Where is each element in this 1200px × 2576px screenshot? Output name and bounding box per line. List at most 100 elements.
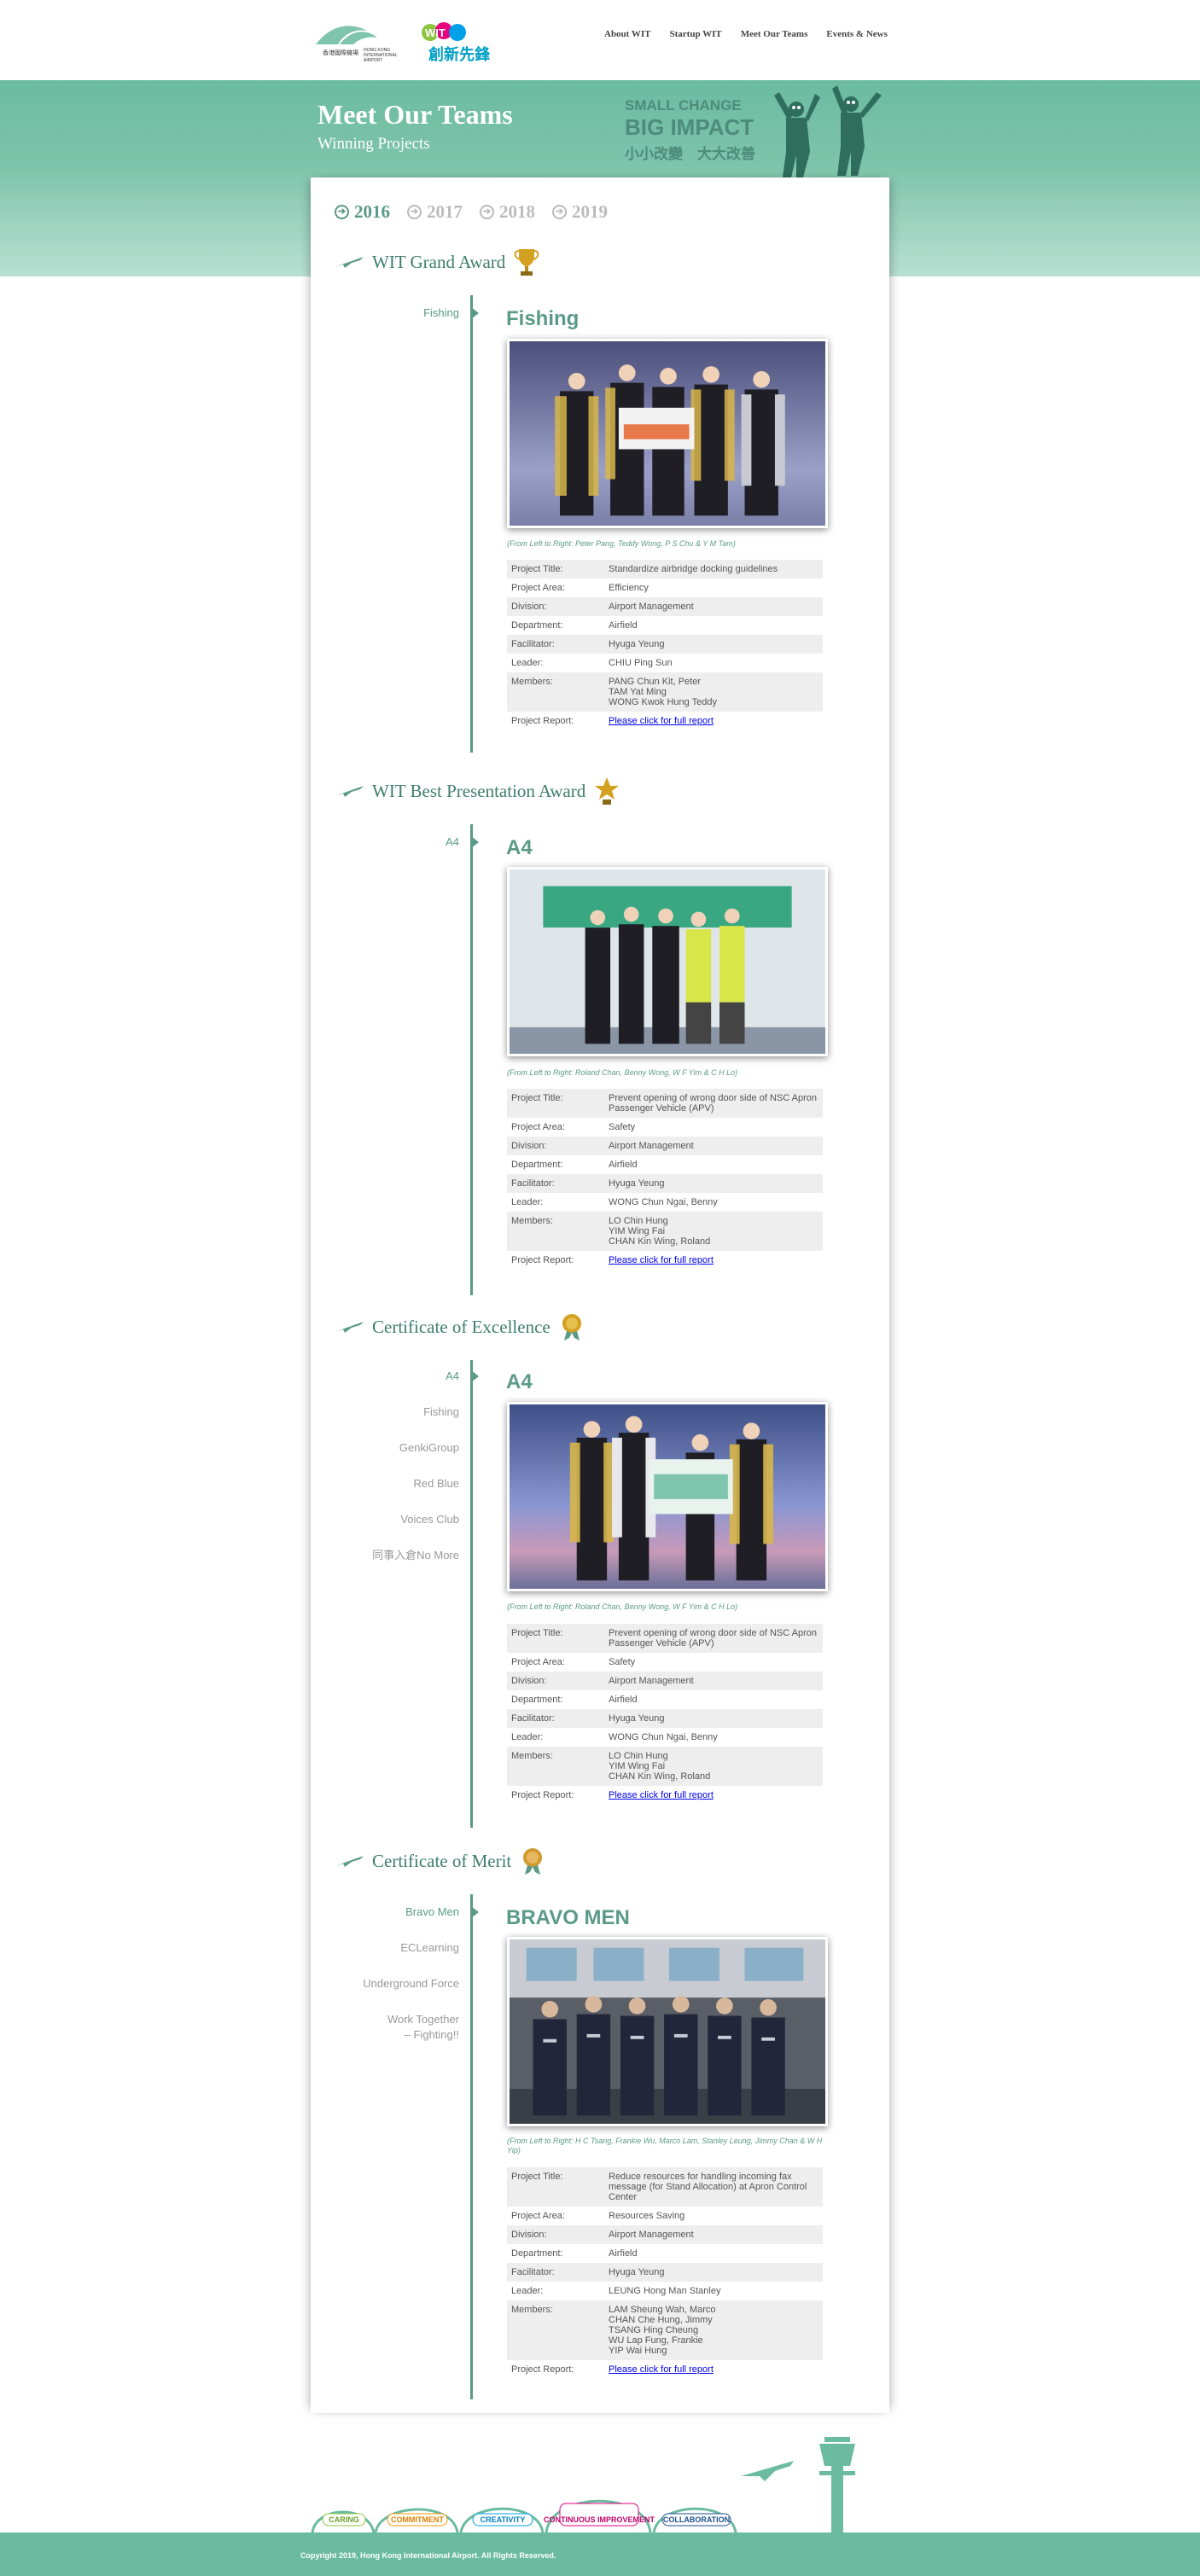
team-tab-fishing[interactable]: Fishing — [331, 1404, 459, 1420]
project-name: BRAVO MEN — [506, 1906, 630, 1929]
team-tabs: A4 Fishing GenkiGroup Red Blue Voices Cl… — [331, 1369, 459, 1563]
timeline-pointer-icon — [471, 836, 479, 848]
info-row: Department: Airfield — [511, 620, 638, 631]
award-heading-excellence: Certificate of Excellence — [335, 1312, 585, 1341]
year-tab-2017[interactable]: ➔ 2017 — [407, 201, 463, 223]
plane-icon — [335, 1856, 364, 1867]
team-photo — [507, 867, 828, 1056]
value-caring: CARING — [329, 2515, 359, 2524]
full-report-link[interactable]: Please click for full report — [609, 1255, 818, 1265]
info-row: Leader: CHIU Ping Sun — [511, 658, 673, 668]
info-row: Leader: WONG Chun Ngai, Benny — [511, 1197, 718, 1207]
info-row: Facilitator: Hyuga Yeung — [507, 1709, 823, 1728]
info-row: Members: LO Chin Hung YIM Wing Fai CHAN K… — [507, 1747, 823, 1786]
info-row: Project Title: Reduce resources for handl… — [507, 2167, 823, 2207]
timeline-pointer-icon — [471, 1370, 479, 1382]
info-row: Project Report: Please click for full rep… — [507, 2360, 823, 2379]
cheering-figures-illustration — [774, 85, 882, 177]
arrow-right-circle-icon: ➔ — [407, 205, 422, 219]
timeline-line — [470, 295, 473, 753]
wit-logo[interactable]: WIT 創新先鋒 — [418, 19, 504, 67]
value-creativity: CREATIVITY — [481, 2515, 526, 2524]
info-row: Department: Airfield — [511, 1160, 638, 1170]
team-tab-a4[interactable]: A4 — [331, 834, 459, 850]
info-row: Facilitator: Hyuga Yeung — [507, 635, 823, 654]
top-bar: 香港國際機場 HONG KONG INTERNATIONAL AIRPORT W… — [0, 0, 1200, 80]
trophy-icon — [514, 249, 539, 276]
award-title: WIT Best Presentation Award — [372, 780, 586, 801]
team-tab-underground-force[interactable]: Underground Force — [331, 1976, 459, 1992]
hkia-logo[interactable]: 香港國際機場 HONG KONG INTERNATIONAL AIRPORT — [314, 19, 415, 67]
team-tabs: Fishing — [331, 305, 459, 321]
timeline-line — [470, 1360, 473, 1828]
value-collaboration: COLLABORATION — [663, 2515, 730, 2524]
timeline-line — [470, 824, 473, 1295]
info-row: Project Report: Please click for full rep… — [507, 1251, 823, 1270]
nav-meet-our-teams[interactable]: Meet Our Teams — [741, 29, 808, 39]
team-tab-fishing[interactable]: Fishing — [331, 305, 459, 321]
wit-logo-letters: WIT — [425, 26, 446, 39]
team-tab-bravo-men[interactable]: Bravo Men — [331, 1904, 459, 1920]
nav-about-wit[interactable]: About WIT — [604, 29, 651, 39]
full-report-link[interactable]: Please click for full report — [609, 2364, 818, 2375]
award-title: WIT Grand Award — [372, 251, 506, 272]
wit-logo-zh: 創新先鋒 — [428, 45, 491, 64]
hkia-logo-zh: 香港國際機場 — [323, 49, 358, 56]
info-row: Division: Airport Management — [507, 1672, 823, 1690]
main-nav: About WIT Startup WIT Meet Our Teams Eve… — [604, 29, 888, 39]
team-tab-eclearning[interactable]: ECLearning — [331, 1940, 459, 1956]
nav-startup-wit[interactable]: Startup WIT — [670, 29, 722, 39]
award-title: Certificate of Excellence — [372, 1316, 550, 1337]
year-tabs: ➔ 2016 ➔ 2017 ➔ 2018 ➔ 2019 — [335, 201, 608, 223]
info-row: Members: LO Chin Hung YIM Wing Fai CHAN K… — [507, 1212, 823, 1251]
info-row: Division: Airport Management — [507, 597, 823, 616]
nav-events-news[interactable]: Events & News — [826, 29, 888, 39]
award-title: Certificate of Merit — [372, 1850, 512, 1871]
award-heading-best-presentation: WIT Best Presentation Award — [335, 776, 620, 805]
full-report-link[interactable]: Please click for full report — [609, 1790, 818, 1800]
info-row: Department: Airfield — [511, 1695, 638, 1705]
info-row: Division: Airport Management — [507, 2225, 823, 2244]
slogan-line-1: SMALL CHANGE — [625, 97, 742, 113]
page-title: Meet Our Teams — [317, 99, 513, 130]
team-photo — [507, 1402, 828, 1591]
value-continuous-improvement: CONTINUOUS IMPROVEMENT — [544, 2515, 655, 2524]
gold-medal-icon — [562, 1314, 581, 1340]
copyright-text: Copyright 2019, Hong Kong International … — [300, 2551, 556, 2560]
team-tabs: Bravo Men ECLearning Underground Force W… — [331, 1904, 459, 2043]
timeline-line — [470, 1894, 473, 2399]
info-row: Project Area: Safety — [511, 1657, 636, 1667]
photo-caption: (From Left to Right: H C Tsang, Frankie … — [507, 2137, 823, 2154]
hkia-logo-en3: AIRPORT — [364, 58, 382, 63]
team-tab-work-together[interactable]: Work Together – Fighting!! — [331, 2012, 459, 2043]
info-row: Members: LAM Sheung Wah, Marco CHAN Che H… — [507, 2300, 823, 2360]
arrow-right-circle-icon: ➔ — [552, 205, 567, 219]
full-report-link[interactable]: Please click for full report — [609, 716, 818, 726]
info-row: Project Title: Prevent opening of wrong d… — [507, 1089, 823, 1118]
info-row: Project Title: Prevent opening of wrong d… — [507, 1624, 823, 1653]
info-row: Facilitator: Hyuga Yeung — [507, 1174, 823, 1193]
plane-icon — [335, 1322, 364, 1333]
timeline-pointer-icon — [471, 1906, 479, 1918]
team-tab-voices-club[interactable]: Voices Club — [331, 1512, 459, 1527]
info-row: Department: Airfield — [511, 2248, 638, 2259]
info-row: Division: Airport Management — [507, 1137, 823, 1155]
slogan-line-2: BIG IMPACT — [625, 114, 754, 140]
slogan-zh: 小小改變 大大改善 — [625, 146, 755, 162]
year-tab-2016[interactable]: ➔ 2016 — [335, 201, 390, 223]
year-tab-2018[interactable]: ➔ 2018 — [480, 201, 535, 223]
info-row: Project Report: Please click for full rep… — [507, 712, 823, 730]
year-tab-2019[interactable]: ➔ 2019 — [552, 201, 608, 223]
project-info-table: Project Title: Prevent opening of wrong d… — [507, 1624, 823, 1805]
airplane-icon — [741, 2461, 794, 2481]
team-photo — [507, 339, 828, 528]
photo-caption: (From Left to Right: Peter Pang, Teddy W… — [507, 539, 736, 548]
star-trophy-icon — [595, 777, 620, 805]
value-commitment: COMMITMENT — [391, 2515, 444, 2524]
terminal-values-illustration: CARING COMMITMENT CREATIVITY CONTINUOUS … — [311, 2437, 855, 2532]
team-tab-red-blue[interactable]: Red Blue — [331, 1476, 459, 1492]
team-tab-genkigroup[interactable]: GenkiGroup — [331, 1440, 459, 1456]
team-tab-no-more[interactable]: 同事入倉No More — [331, 1548, 459, 1563]
info-row: Project Area: Resources Saving — [511, 2211, 685, 2221]
team-tab-a4[interactable]: A4 — [331, 1369, 459, 1384]
